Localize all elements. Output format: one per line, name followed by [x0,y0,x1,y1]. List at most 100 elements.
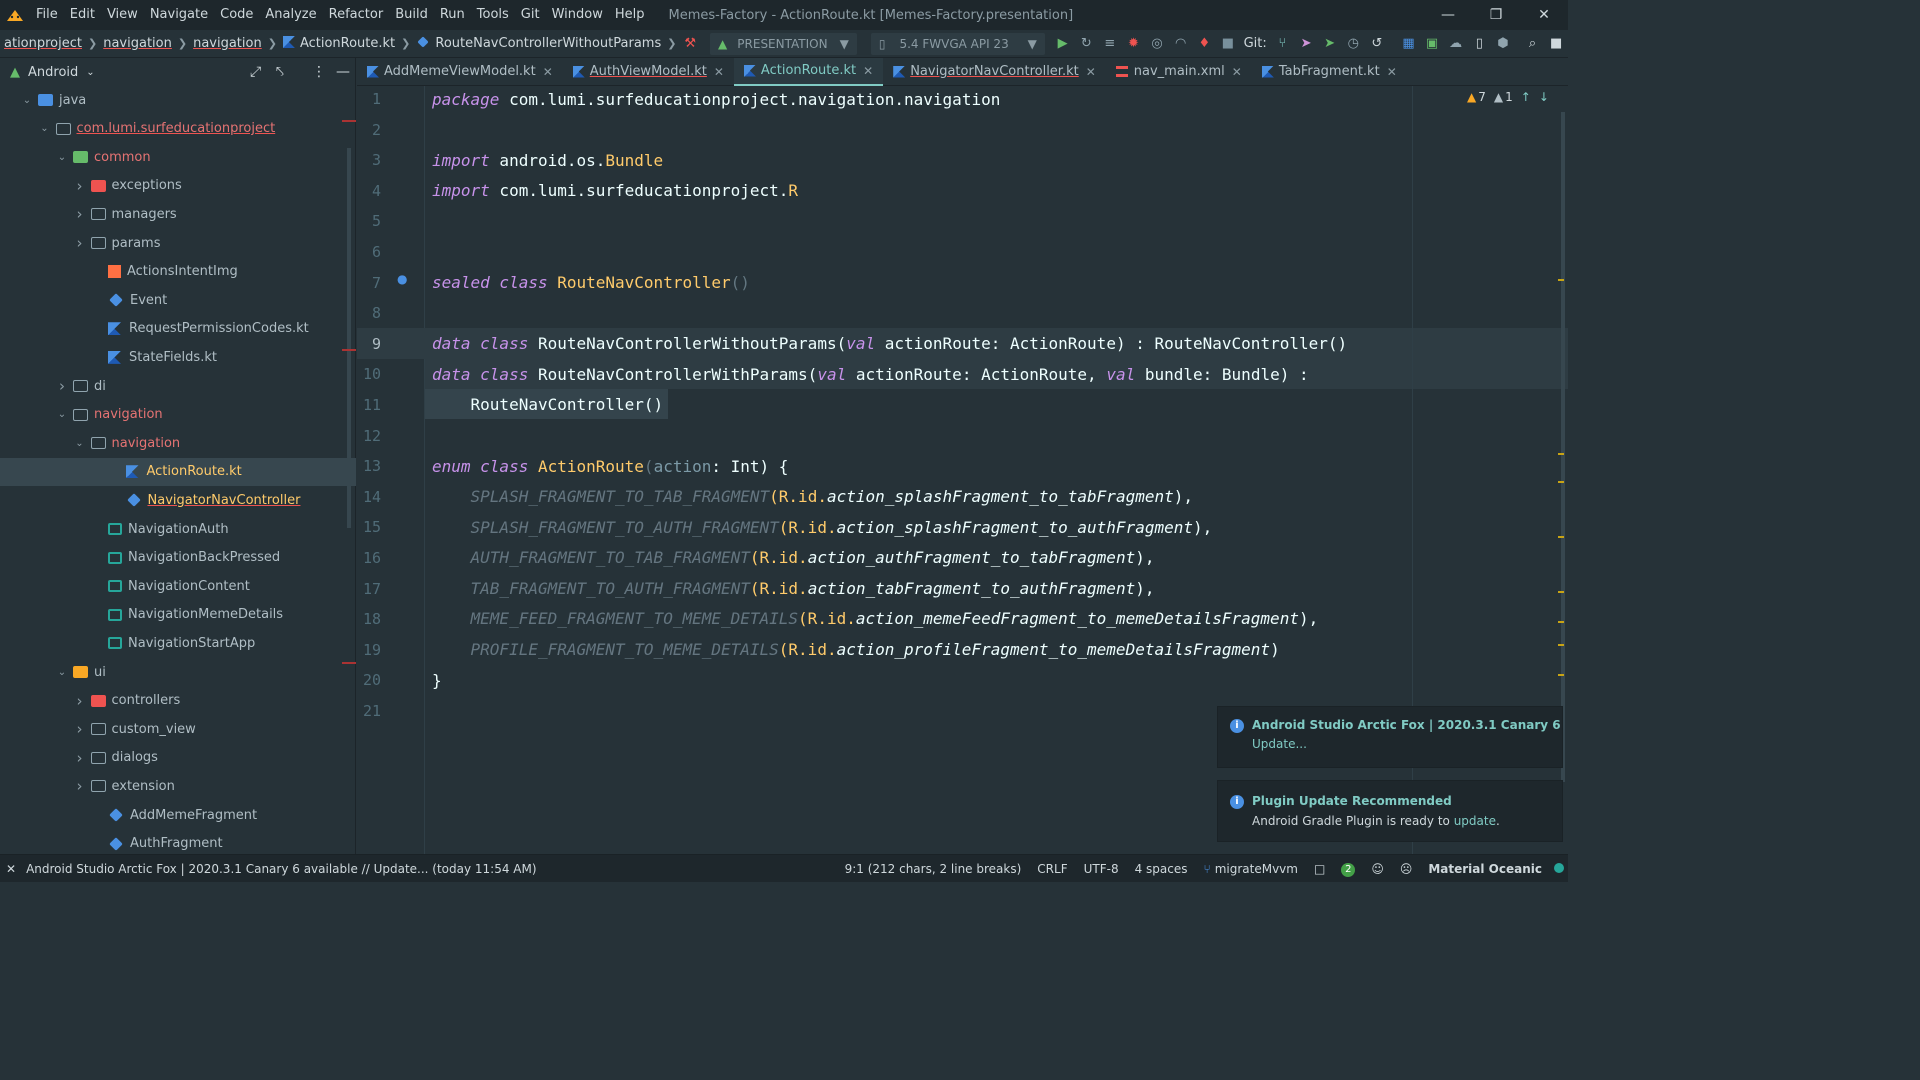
tree-item[interactable]: NavigatorNavController [0,486,356,514]
tree-item[interactable]: › controllers [0,687,356,715]
chevron-right-icon[interactable]: › [73,205,87,223]
tree-item[interactable]: NavigationAuth [0,515,356,543]
tree-item[interactable]: ⌄ com.lumi.surfeducationproject [0,115,356,143]
menu-view[interactable]: View [101,0,144,30]
tree-item[interactable]: NavigationBackPressed [0,544,356,572]
tree-item[interactable]: Event [0,286,356,314]
chevron-right-icon[interactable]: › [73,692,87,710]
history-icon[interactable]: ◷ [1341,30,1365,58]
breadcrumb-class[interactable]: RouteNavControllerWithoutParams [412,36,665,51]
menu-git[interactable]: Git [515,0,546,30]
tree-item[interactable]: ActionRoute.kt [0,457,356,486]
sdk-manager-icon[interactable]: ⬢ [1491,30,1515,58]
warning-marker[interactable] [1558,621,1564,623]
apply-changes-icon[interactable]: ↻ [1074,30,1098,58]
chevron-right-icon[interactable]: › [73,749,87,767]
warning-marker[interactable] [1558,591,1564,593]
previous-problem-icon[interactable]: ↑ [1521,90,1531,104]
tree-item[interactable]: ⌄ navigation [0,429,356,457]
options-icon[interactable]: ⋮ [312,64,326,80]
face-sad-icon[interactable]: ☹ [1392,862,1421,876]
git-push-icon[interactable]: ➤ [1294,30,1318,58]
search-icon[interactable]: ⌕ [1521,30,1545,58]
profile-icon[interactable]: ◠ [1169,30,1193,58]
android-studio-logo-icon[interactable] [0,0,30,30]
tree-item[interactable]: › dialogs [0,744,356,772]
inspection-widget[interactable]: ▲ 7 ▲ 1 ↑ ↓ [1467,90,1549,104]
hammer-icon[interactable]: ⚒ [678,30,702,58]
close-tab-icon[interactable]: ✕ [714,65,724,79]
line-separator[interactable]: CRLF [1029,862,1075,876]
warning-marker[interactable] [1558,481,1564,483]
tree-item[interactable]: ⌄ navigation [0,401,356,429]
warning-marker[interactable] [1558,453,1564,455]
close-tab-icon[interactable]: ✕ [1232,65,1242,79]
notification-plugin-update[interactable]: i Plugin Update Recommended Android Grad… [1217,780,1563,842]
menu-window[interactable]: Window [546,0,609,30]
editor-scrollbar[interactable] [1561,112,1565,782]
problems-badge[interactable]: 2 [1333,861,1363,877]
tree-item[interactable]: NavigationContent [0,572,356,600]
menu-tools[interactable]: Tools [471,0,515,30]
attach-debugger-icon[interactable]: ♦ [1193,30,1217,58]
theme-name[interactable]: Material Oceanic [1420,862,1550,876]
chevron-down-icon[interactable]: ⌄ [86,67,94,78]
project-view-select[interactable]: Android [28,65,78,80]
plugin-update-link[interactable]: update [1454,814,1496,828]
git-branch-icon[interactable]: ⑂ [1271,30,1295,58]
next-problem-icon[interactable]: ↓ [1539,90,1549,104]
editor-tab[interactable]: TabFragment.kt ✕ [1252,58,1407,86]
minimize-icon[interactable]: — [1425,0,1471,30]
debug-icon[interactable]: ✹ [1122,30,1146,58]
close-tab-icon[interactable]: ✕ [543,65,553,79]
chevron-right-icon[interactable]: › [55,377,69,395]
avatar[interactable]: ■ [1544,30,1568,58]
notification-update[interactable]: i Android Studio Arctic Fox | 2020.3.1 C… [1217,706,1563,768]
close-tab-icon[interactable]: ✕ [1086,65,1096,79]
breadcrumb-project[interactable]: ationproject [0,36,86,51]
stop-icon[interactable]: ■ [1216,30,1240,58]
menu-help[interactable]: Help [609,0,651,30]
menu-navigate[interactable]: Navigate [144,0,214,30]
gradle-sync-icon[interactable]: ☁ [1444,30,1468,58]
tree-item[interactable]: › params [0,229,356,257]
event-log-icon[interactable]: ✕ [0,862,24,876]
menu-edit[interactable]: Edit [64,0,101,30]
expand-all-icon[interactable]: ⤢ [250,64,261,80]
editor-tab[interactable]: NavigatorNavController.kt ✕ [883,58,1106,86]
indent-setting[interactable]: 4 spaces [1127,862,1196,876]
editor-tab[interactable]: ActionRoute.kt ✕ [733,57,884,86]
close-tab-icon[interactable]: ✕ [1387,65,1397,79]
git-branch-widget[interactable]: ⑂ migrateMvvm [1196,862,1306,876]
face-happy-icon[interactable]: ☺ [1363,862,1392,876]
collapse-all-icon[interactable]: ⤣ [276,64,284,80]
menu-refactor[interactable]: Refactor [323,0,390,30]
warning-marker[interactable] [1558,644,1564,646]
project-structure-icon[interactable]: ▦ [1397,30,1421,58]
file-encoding[interactable]: UTF-8 [1076,862,1127,876]
avd-manager-icon[interactable]: ▯ [1467,30,1491,58]
terminal-icon[interactable]: ▣ [1420,30,1444,58]
close-tab-icon[interactable]: ✕ [863,64,873,78]
caret-position[interactable]: 9:1 (212 chars, 2 line breaks) [837,862,1030,876]
menu-file[interactable]: File [30,0,64,30]
update-link[interactable]: Update... [1252,737,1562,751]
tree-item[interactable]: RequestPermissionCodes.kt [0,315,356,343]
tree-item[interactable]: NavigationStartApp [0,629,356,657]
menu-analyze[interactable]: Analyze [259,0,322,30]
rollback-icon[interactable]: ↺ [1365,30,1389,58]
lock-icon[interactable]: □ [1306,862,1333,876]
menu-build[interactable]: Build [389,0,434,30]
chevron-down-icon[interactable]: ⌄ [55,152,69,163]
warning-marker[interactable] [1558,279,1564,281]
chevron-down-icon[interactable]: ⌄ [55,667,69,678]
tree-item[interactable]: StateFields.kt [0,343,356,371]
tree-item[interactable]: › managers [0,200,356,228]
tree-item[interactable]: ⌄ ui [0,658,356,686]
breadcrumb-navigation[interactable]: navigation [99,36,176,51]
tree-item[interactable]: › exceptions [0,172,356,200]
chevron-right-icon[interactable]: › [73,777,87,795]
warning-marker[interactable] [1558,674,1564,676]
git-update-icon[interactable]: ➤ [1318,30,1342,58]
breadcrumb-navigation-sub[interactable]: navigation [189,36,266,51]
